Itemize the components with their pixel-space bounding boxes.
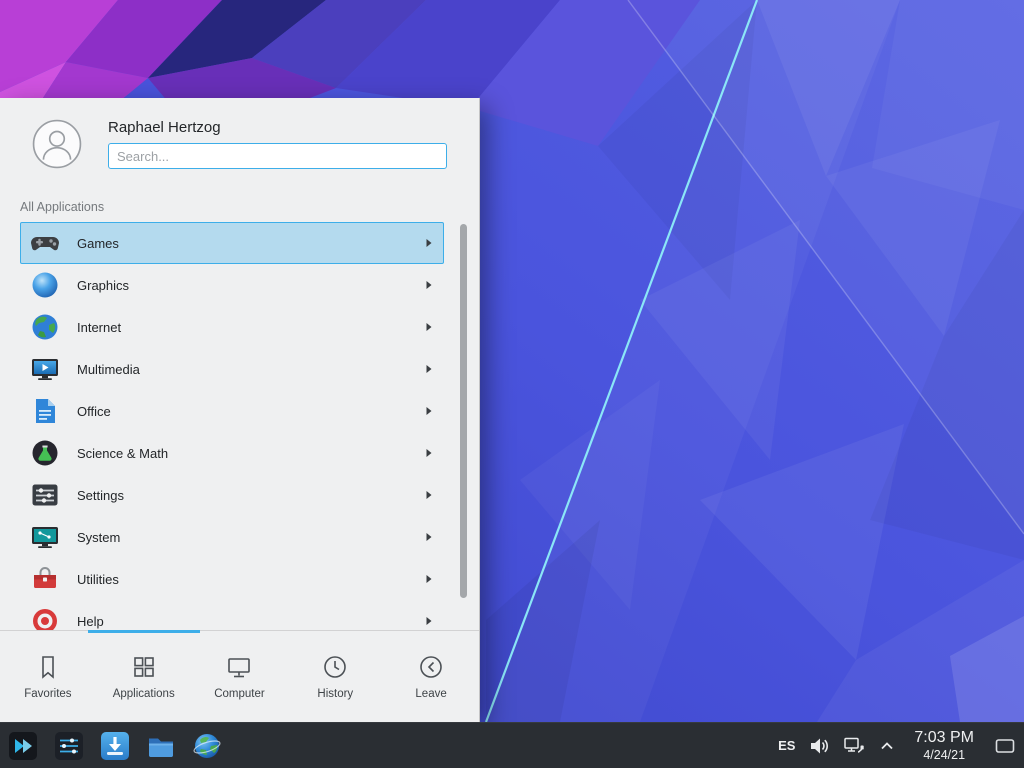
folder-icon bbox=[146, 731, 176, 761]
user-avatar[interactable] bbox=[32, 119, 82, 169]
chevron-right-icon bbox=[425, 490, 433, 500]
software-center-button[interactable] bbox=[98, 729, 132, 763]
launcher-icon bbox=[8, 731, 38, 761]
lifebuoy-icon bbox=[29, 605, 61, 630]
document-icon bbox=[29, 395, 61, 427]
category-games[interactable]: Games bbox=[20, 222, 444, 264]
tab-favorites[interactable]: Favorites bbox=[0, 631, 96, 722]
section-label: All Applications bbox=[0, 190, 479, 222]
tab-label: Computer bbox=[214, 688, 265, 700]
show-desktop-button[interactable] bbox=[992, 726, 1018, 766]
clock-time: 7:03 PM bbox=[914, 729, 974, 748]
category-system[interactable]: System bbox=[20, 516, 444, 558]
user-avatar-icon bbox=[32, 119, 82, 169]
clock-icon bbox=[321, 653, 349, 681]
chevron-right-icon bbox=[425, 532, 433, 542]
user-name: Raphael Hertzog bbox=[108, 119, 447, 136]
category-multimedia[interactable]: Multimedia bbox=[20, 348, 444, 390]
discover-icon bbox=[100, 731, 130, 761]
chevron-right-icon bbox=[425, 406, 433, 416]
tab-label: Favorites bbox=[24, 688, 71, 700]
footer-tabs: Favorites Applications C bbox=[0, 630, 479, 722]
category-label: Settings bbox=[77, 488, 124, 503]
chevron-right-icon bbox=[425, 448, 433, 458]
tab-history[interactable]: History bbox=[287, 631, 383, 722]
sliders-icon bbox=[29, 479, 61, 511]
expand-tray-button[interactable] bbox=[878, 737, 896, 755]
clock-date: 4/24/21 bbox=[923, 748, 965, 763]
system-monitor-icon bbox=[29, 521, 61, 553]
tab-leave[interactable]: Leave bbox=[383, 631, 479, 722]
application-launcher: Raphael Hertzog All Applications Games bbox=[0, 98, 480, 722]
launcher-header: Raphael Hertzog bbox=[0, 98, 479, 190]
category-science-math[interactable]: Science & Math bbox=[20, 432, 444, 474]
search-input[interactable] bbox=[108, 143, 447, 169]
chevron-right-icon bbox=[425, 616, 433, 626]
taskbar: ES 7:03 PM bbox=[0, 722, 1024, 768]
category-label: Graphics bbox=[77, 278, 129, 293]
chevron-right-icon bbox=[425, 364, 433, 374]
volume-icon[interactable] bbox=[808, 735, 830, 757]
tab-label: History bbox=[317, 688, 353, 700]
category-office[interactable]: Office bbox=[20, 390, 444, 432]
browser-globe-icon bbox=[192, 731, 222, 761]
category-label: Games bbox=[77, 236, 119, 251]
tab-applications[interactable]: Applications bbox=[96, 631, 192, 722]
flask-icon bbox=[29, 437, 61, 469]
globe-icon bbox=[29, 311, 61, 343]
tab-label: Leave bbox=[415, 688, 446, 700]
category-label: Help bbox=[77, 614, 104, 629]
tab-computer[interactable]: Computer bbox=[192, 631, 288, 722]
system-tools-button[interactable] bbox=[52, 729, 86, 763]
chevron-right-icon bbox=[425, 238, 433, 248]
category-label: Utilities bbox=[77, 572, 119, 587]
category-internet[interactable]: Internet bbox=[20, 306, 444, 348]
category-label: System bbox=[77, 530, 120, 545]
computer-icon bbox=[225, 653, 253, 681]
chevron-right-icon bbox=[425, 280, 433, 290]
category-utilities[interactable]: Utilities bbox=[20, 558, 444, 600]
toolbox-icon bbox=[29, 563, 61, 595]
category-settings[interactable]: Settings bbox=[20, 474, 444, 516]
system-tray: ES 7:03 PM bbox=[778, 726, 1020, 766]
category-list: Games Graphics bbox=[0, 222, 479, 630]
category-graphics[interactable]: Graphics bbox=[20, 264, 444, 306]
monitor-play-icon bbox=[29, 353, 61, 385]
tab-label: Applications bbox=[113, 688, 175, 700]
category-label: Internet bbox=[77, 320, 121, 335]
category-label: Multimedia bbox=[77, 362, 140, 377]
show-desktop-icon bbox=[994, 735, 1016, 757]
network-icon[interactable] bbox=[843, 735, 865, 757]
gamepad-icon bbox=[29, 227, 61, 259]
clock[interactable]: 7:03 PM 4/24/21 bbox=[909, 729, 979, 763]
scrollbar[interactable] bbox=[460, 224, 467, 598]
mixer-icon bbox=[54, 731, 84, 761]
bookmark-icon bbox=[34, 653, 62, 681]
app-launcher-button[interactable] bbox=[6, 729, 40, 763]
web-browser-button[interactable] bbox=[190, 729, 224, 763]
file-manager-button[interactable] bbox=[144, 729, 178, 763]
keyboard-layout-indicator[interactable]: ES bbox=[778, 738, 795, 753]
user-column: Raphael Hertzog bbox=[108, 119, 447, 169]
grid-icon bbox=[130, 653, 158, 681]
leave-icon bbox=[417, 653, 445, 681]
chevron-right-icon bbox=[425, 574, 433, 584]
category-help[interactable]: Help bbox=[20, 600, 444, 630]
desktop: Raphael Hertzog All Applications Games bbox=[0, 0, 1024, 768]
chevron-right-icon bbox=[425, 322, 433, 332]
category-label: Office bbox=[77, 404, 111, 419]
category-label: Science & Math bbox=[77, 446, 168, 461]
orb-icon bbox=[29, 269, 61, 301]
